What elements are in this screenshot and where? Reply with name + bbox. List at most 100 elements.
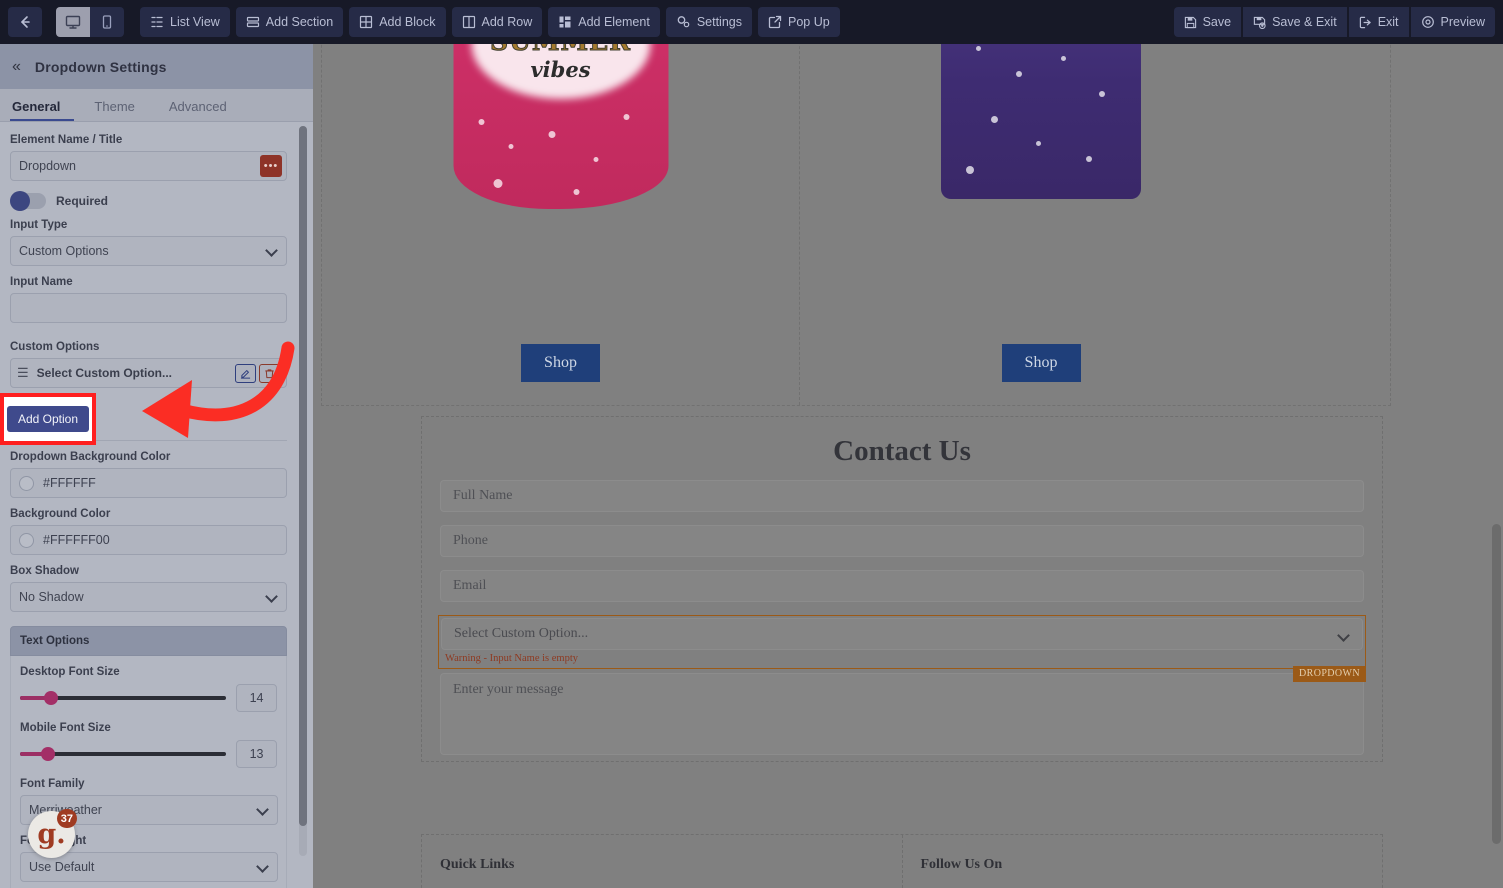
save-and-exit-button[interactable]: Save & Exit	[1243, 7, 1347, 37]
dropdown-element-selected[interactable]: Select Custom Option... Warning - Input …	[438, 615, 1366, 682]
follow-us-title: Follow Us On	[920, 857, 1003, 872]
product-card-2[interactable]: Summer Vibes Shop	[800, 44, 1282, 405]
color-swatch-dropdown-bg[interactable]	[19, 475, 34, 491]
desktop-font-size-value[interactable]: 14	[236, 684, 277, 712]
dropdown-background-color-value: #FFFFFF	[43, 476, 96, 490]
add-block-button[interactable]: Add Block	[349, 7, 446, 37]
footer-section[interactable]: Quick Links Home Follow Us On	[421, 834, 1383, 888]
required-toggle-row: Required	[10, 191, 299, 211]
contact-title: Contact Us	[833, 435, 971, 467]
top-toolbar: List View Add Section Add Block Add Row	[0, 0, 1503, 44]
list-view-icon	[150, 15, 164, 29]
element-name-more-button[interactable]: •••	[260, 155, 282, 177]
popup-label: Pop Up	[787, 15, 830, 29]
product-card-1[interactable]: SUMMER vibes Shop	[322, 44, 800, 405]
delete-icon[interactable]	[259, 363, 280, 383]
add-option-button[interactable]: Add Option	[6, 406, 90, 432]
input-type-select[interactable]: Custom Options	[10, 236, 287, 266]
toolbar-right-group: Save Save & Exit Exit Preview	[1173, 7, 1495, 37]
save-exit-icon	[1253, 16, 1266, 29]
required-toggle[interactable]	[10, 191, 46, 211]
tab-theme[interactable]: Theme	[92, 99, 148, 121]
tab-general[interactable]: General	[10, 99, 75, 121]
input-type-label: Input Type	[10, 219, 68, 231]
list-view-button[interactable]: List View	[140, 7, 230, 37]
contact-section[interactable]: Contact Us Full Name Phone Email Select …	[421, 416, 1383, 762]
desktop-font-size-slider[interactable]	[20, 691, 227, 705]
element-name-value: Dropdown	[19, 159, 76, 173]
full-name-input[interactable]: Full Name	[440, 480, 1364, 512]
arrow-left-icon	[18, 15, 32, 29]
back-button[interactable]	[8, 7, 42, 37]
settings-label: Settings	[696, 15, 742, 29]
color-swatch-background[interactable]	[19, 532, 34, 548]
products-section[interactable]: SUMMER vibes Shop Summer Vibes	[321, 44, 1391, 406]
settings-button[interactable]: Settings	[665, 7, 752, 37]
add-element-button[interactable]: Add Element	[548, 7, 660, 37]
message-textarea[interactable]: Enter your message	[440, 673, 1364, 755]
save-icon	[1184, 16, 1197, 29]
add-row-button[interactable]: Add Row	[451, 7, 543, 37]
add-section-icon	[246, 15, 260, 29]
add-block-icon	[359, 15, 373, 29]
slider-knob[interactable]	[41, 747, 55, 761]
mobile-font-size-row: 13	[20, 740, 277, 768]
element-type-badge: DROPDOWN	[1293, 666, 1366, 682]
element-name-input[interactable]: Dropdown •••	[10, 151, 287, 181]
add-block-label: Add Block	[379, 15, 436, 29]
page-title: Dropdown Settings	[34, 58, 167, 75]
background-color-input[interactable]: #FFFFFF00	[10, 525, 287, 555]
email-input[interactable]: Email	[440, 570, 1364, 602]
settings-sidebar: « Dropdown Settings General Theme Advanc…	[0, 44, 313, 888]
add-element-icon	[558, 15, 572, 29]
canvas-scrollbar[interactable]	[1492, 524, 1501, 844]
list-view-label: List View	[170, 15, 220, 29]
box-shadow-select[interactable]: No Shadow	[10, 582, 287, 612]
phone-input[interactable]: Phone	[440, 525, 1364, 557]
chat-widget-badge: 37	[56, 809, 77, 828]
mobile-font-size-label: Mobile Font Size	[20, 722, 111, 734]
exit-label: Exit	[1377, 15, 1399, 29]
custom-option-select[interactable]: Select Custom Option...	[441, 618, 1363, 650]
add-section-button[interactable]: Add Section	[235, 7, 344, 37]
sidebar-scrollbar[interactable]	[299, 126, 307, 856]
chat-widget-button[interactable]: g. 37	[28, 809, 77, 858]
tshirt-pink-graphic: SUMMER vibes	[453, 44, 668, 209]
box-shadow-label: Box Shadow	[10, 565, 80, 577]
custom-option-item[interactable]: ☰ Select Custom Option...	[10, 358, 287, 388]
background-color-label: Background Color	[10, 508, 111, 520]
mobile-font-size-slider[interactable]	[20, 747, 227, 761]
desktop-font-size-label: Desktop Font Size	[20, 666, 120, 678]
save-label: Save	[1202, 15, 1232, 29]
slider-knob[interactable]	[44, 691, 58, 705]
scrollbar-thumb[interactable]	[299, 126, 307, 826]
double-chevron-left-icon[interactable]: «	[12, 58, 21, 76]
drag-handle-icon[interactable]: ☰	[17, 365, 29, 381]
tab-advanced[interactable]: Advanced	[167, 99, 241, 121]
product-image-1: SUMMER vibes	[322, 44, 799, 344]
dropdown-background-color-input[interactable]: #FFFFFF	[10, 468, 287, 498]
mobile-view-toggle[interactable]	[90, 7, 124, 37]
shop-button-2[interactable]: Shop	[1001, 344, 1081, 382]
shop-button-1[interactable]: Shop	[521, 344, 600, 382]
element-name-label: Element Name / Title	[10, 134, 123, 146]
custom-option-actions	[235, 363, 280, 383]
desktop-view-toggle[interactable]	[56, 7, 90, 37]
save-button[interactable]: Save	[1173, 7, 1242, 37]
desktop-font-size-row: 14	[20, 684, 277, 712]
desktop-icon	[65, 14, 81, 30]
footer-social-column: Follow Us On	[903, 835, 1383, 888]
background-color-value: #FFFFFF00	[43, 533, 110, 547]
text-options-section-header[interactable]: Text Options	[10, 626, 287, 656]
mobile-font-size-value[interactable]: 13	[236, 740, 277, 768]
save-exit-label: Save & Exit	[1272, 15, 1337, 29]
input-name-label: Input Name	[10, 276, 73, 288]
popup-button[interactable]: Pop Up	[757, 7, 840, 37]
sidebar-tabs: General Theme Advanced	[0, 89, 313, 122]
preview-button[interactable]: Preview	[1410, 7, 1495, 37]
input-name-input[interactable]	[10, 293, 287, 323]
custom-options-label: Custom Options	[10, 341, 100, 353]
toggle-knob	[10, 191, 30, 211]
exit-button[interactable]: Exit	[1348, 7, 1409, 37]
edit-icon[interactable]	[235, 363, 256, 383]
